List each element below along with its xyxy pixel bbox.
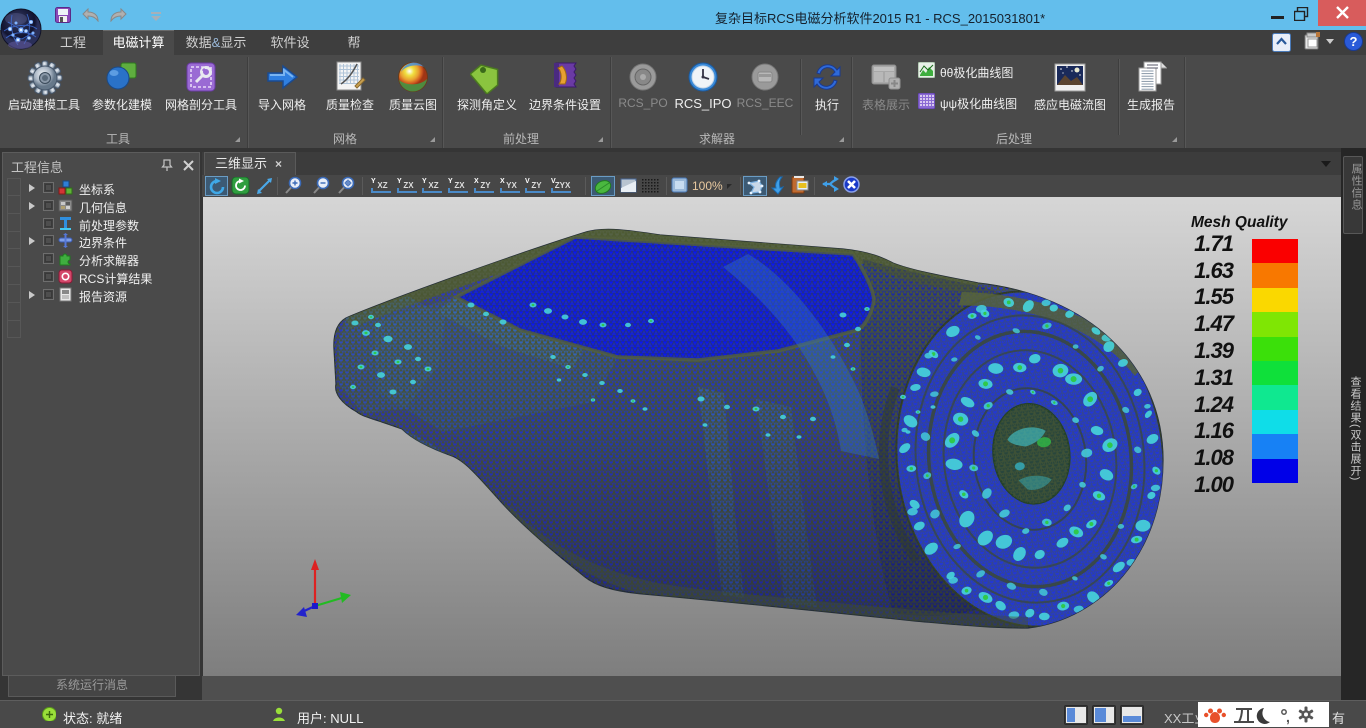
svg-text:?: ? (1350, 34, 1358, 49)
svg-text:,: , (1286, 709, 1290, 725)
